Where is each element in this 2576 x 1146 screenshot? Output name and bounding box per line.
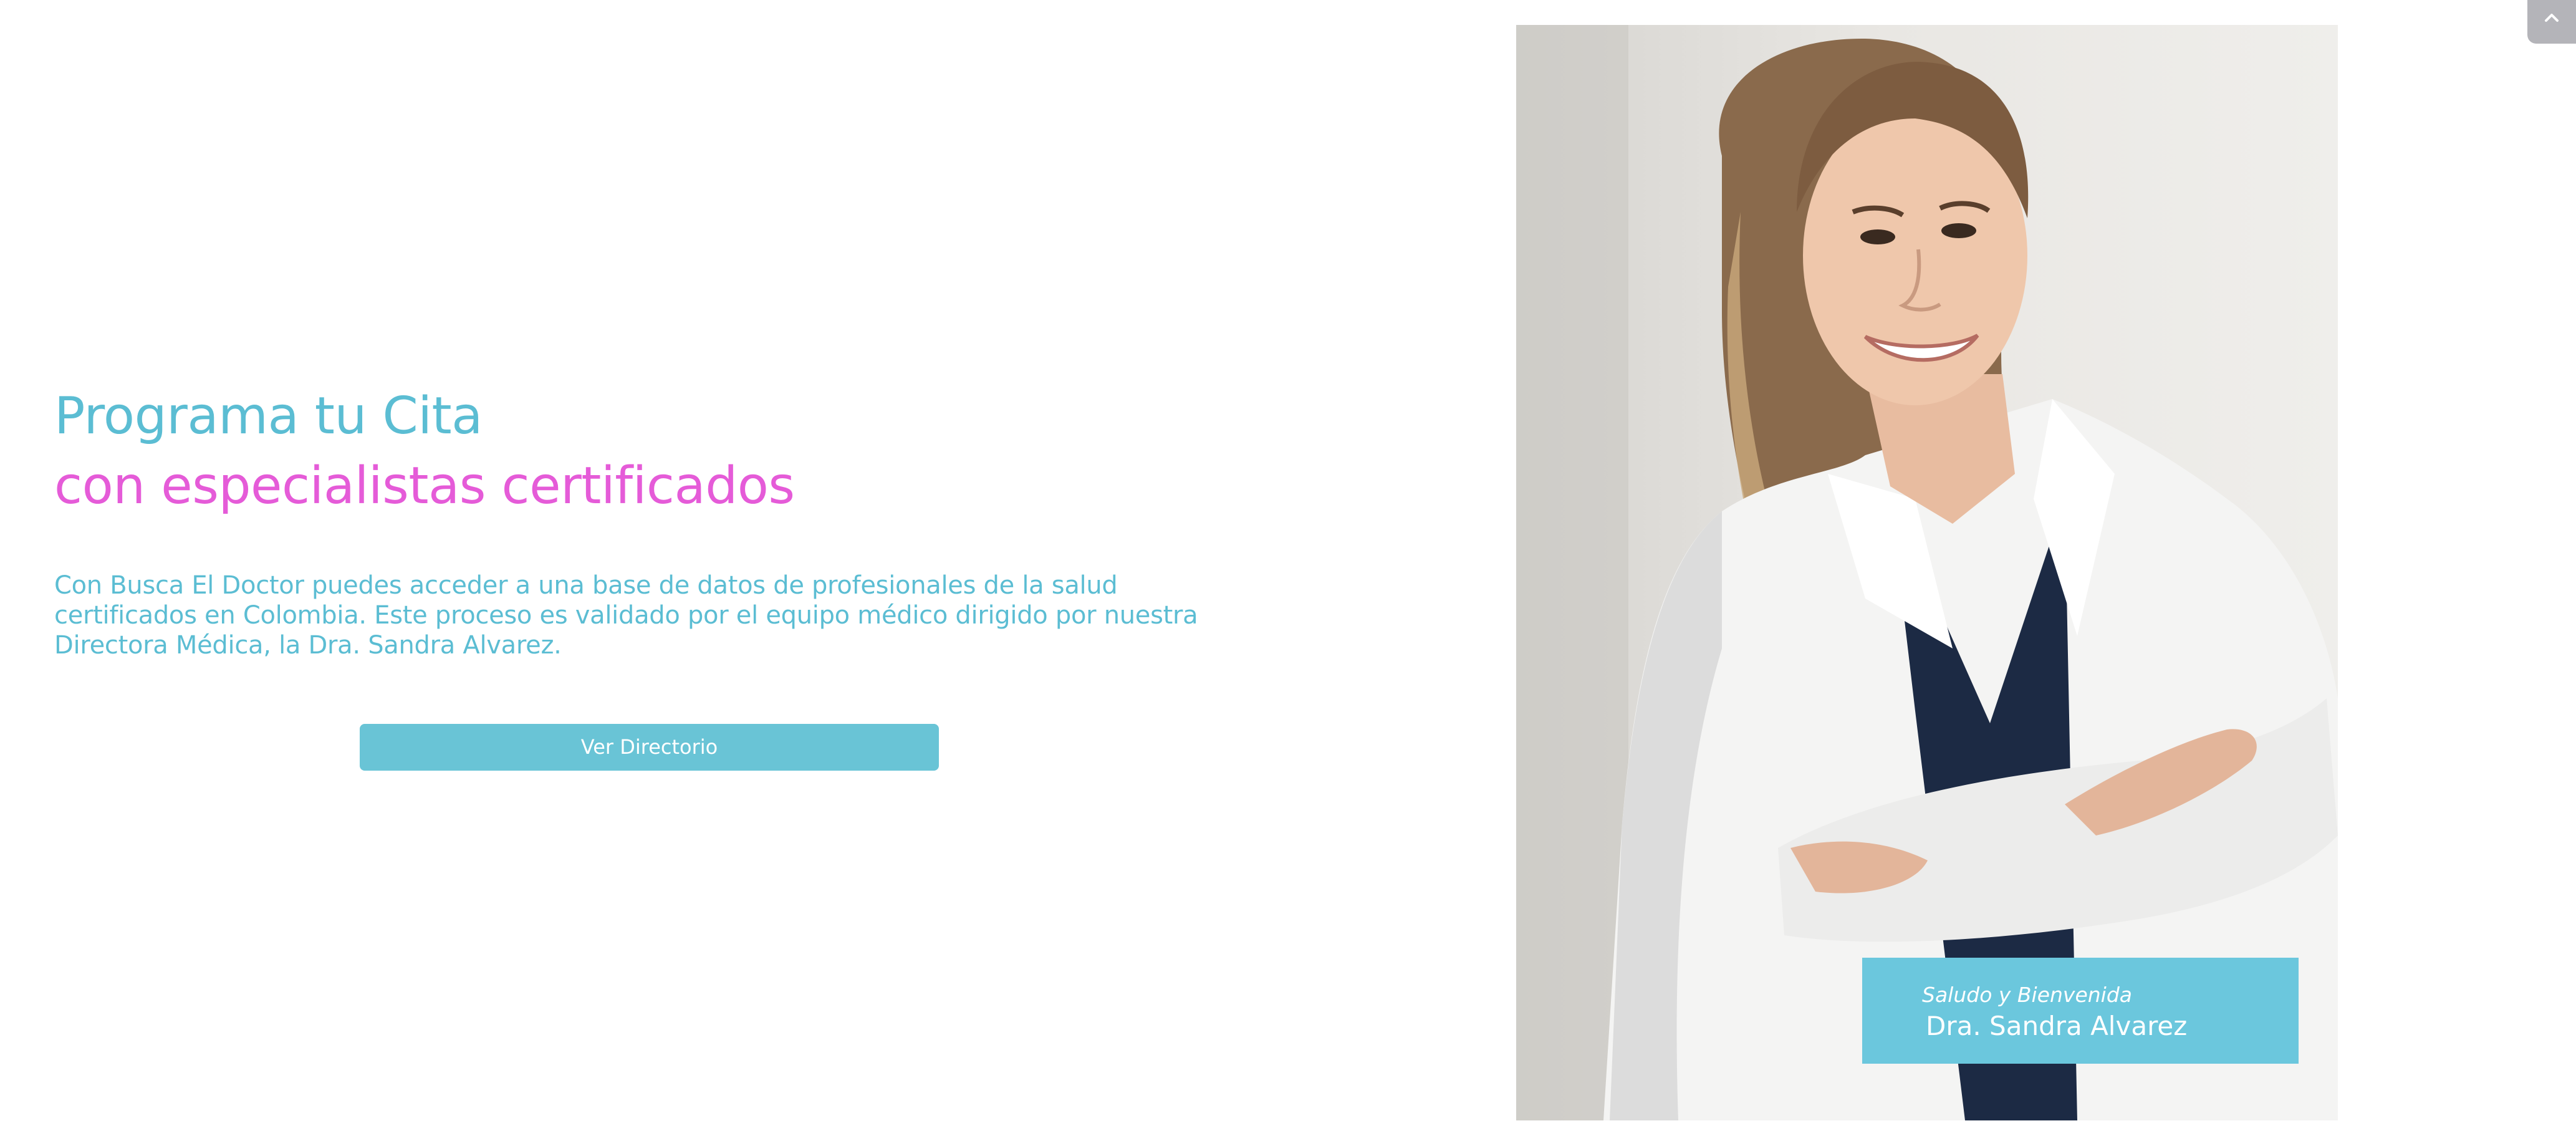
chevron-up-icon	[2545, 14, 2559, 22]
landing-page: Programa tu Cita con especialistas certi…	[0, 0, 2576, 1146]
caption-greeting: Saludo y Bienvenida	[1922, 983, 2133, 1007]
headline-line-2: con especialistas certificados	[54, 456, 795, 516]
view-directory-button[interactable]: Ver Directorio	[360, 724, 939, 771]
doctor-portrait-illustration	[1516, 25, 2338, 1120]
hero-headline: Programa tu Cita con especialistas certi…	[54, 382, 795, 521]
doctor-photo: Saludo y Bienvenida Dra. Sandra Alvarez	[1516, 25, 2338, 1120]
photo-caption: Saludo y Bienvenida Dra. Sandra Alvarez	[1862, 958, 2299, 1064]
caption-doctor-name: Dra. Sandra Alvarez	[1926, 1011, 2188, 1041]
intro-paragraph: Con Busca El Doctor puedes acceder a una…	[54, 571, 1198, 660]
scroll-to-top-button[interactable]	[2527, 0, 2576, 44]
headline-line-1: Programa tu Cita	[54, 387, 483, 446]
